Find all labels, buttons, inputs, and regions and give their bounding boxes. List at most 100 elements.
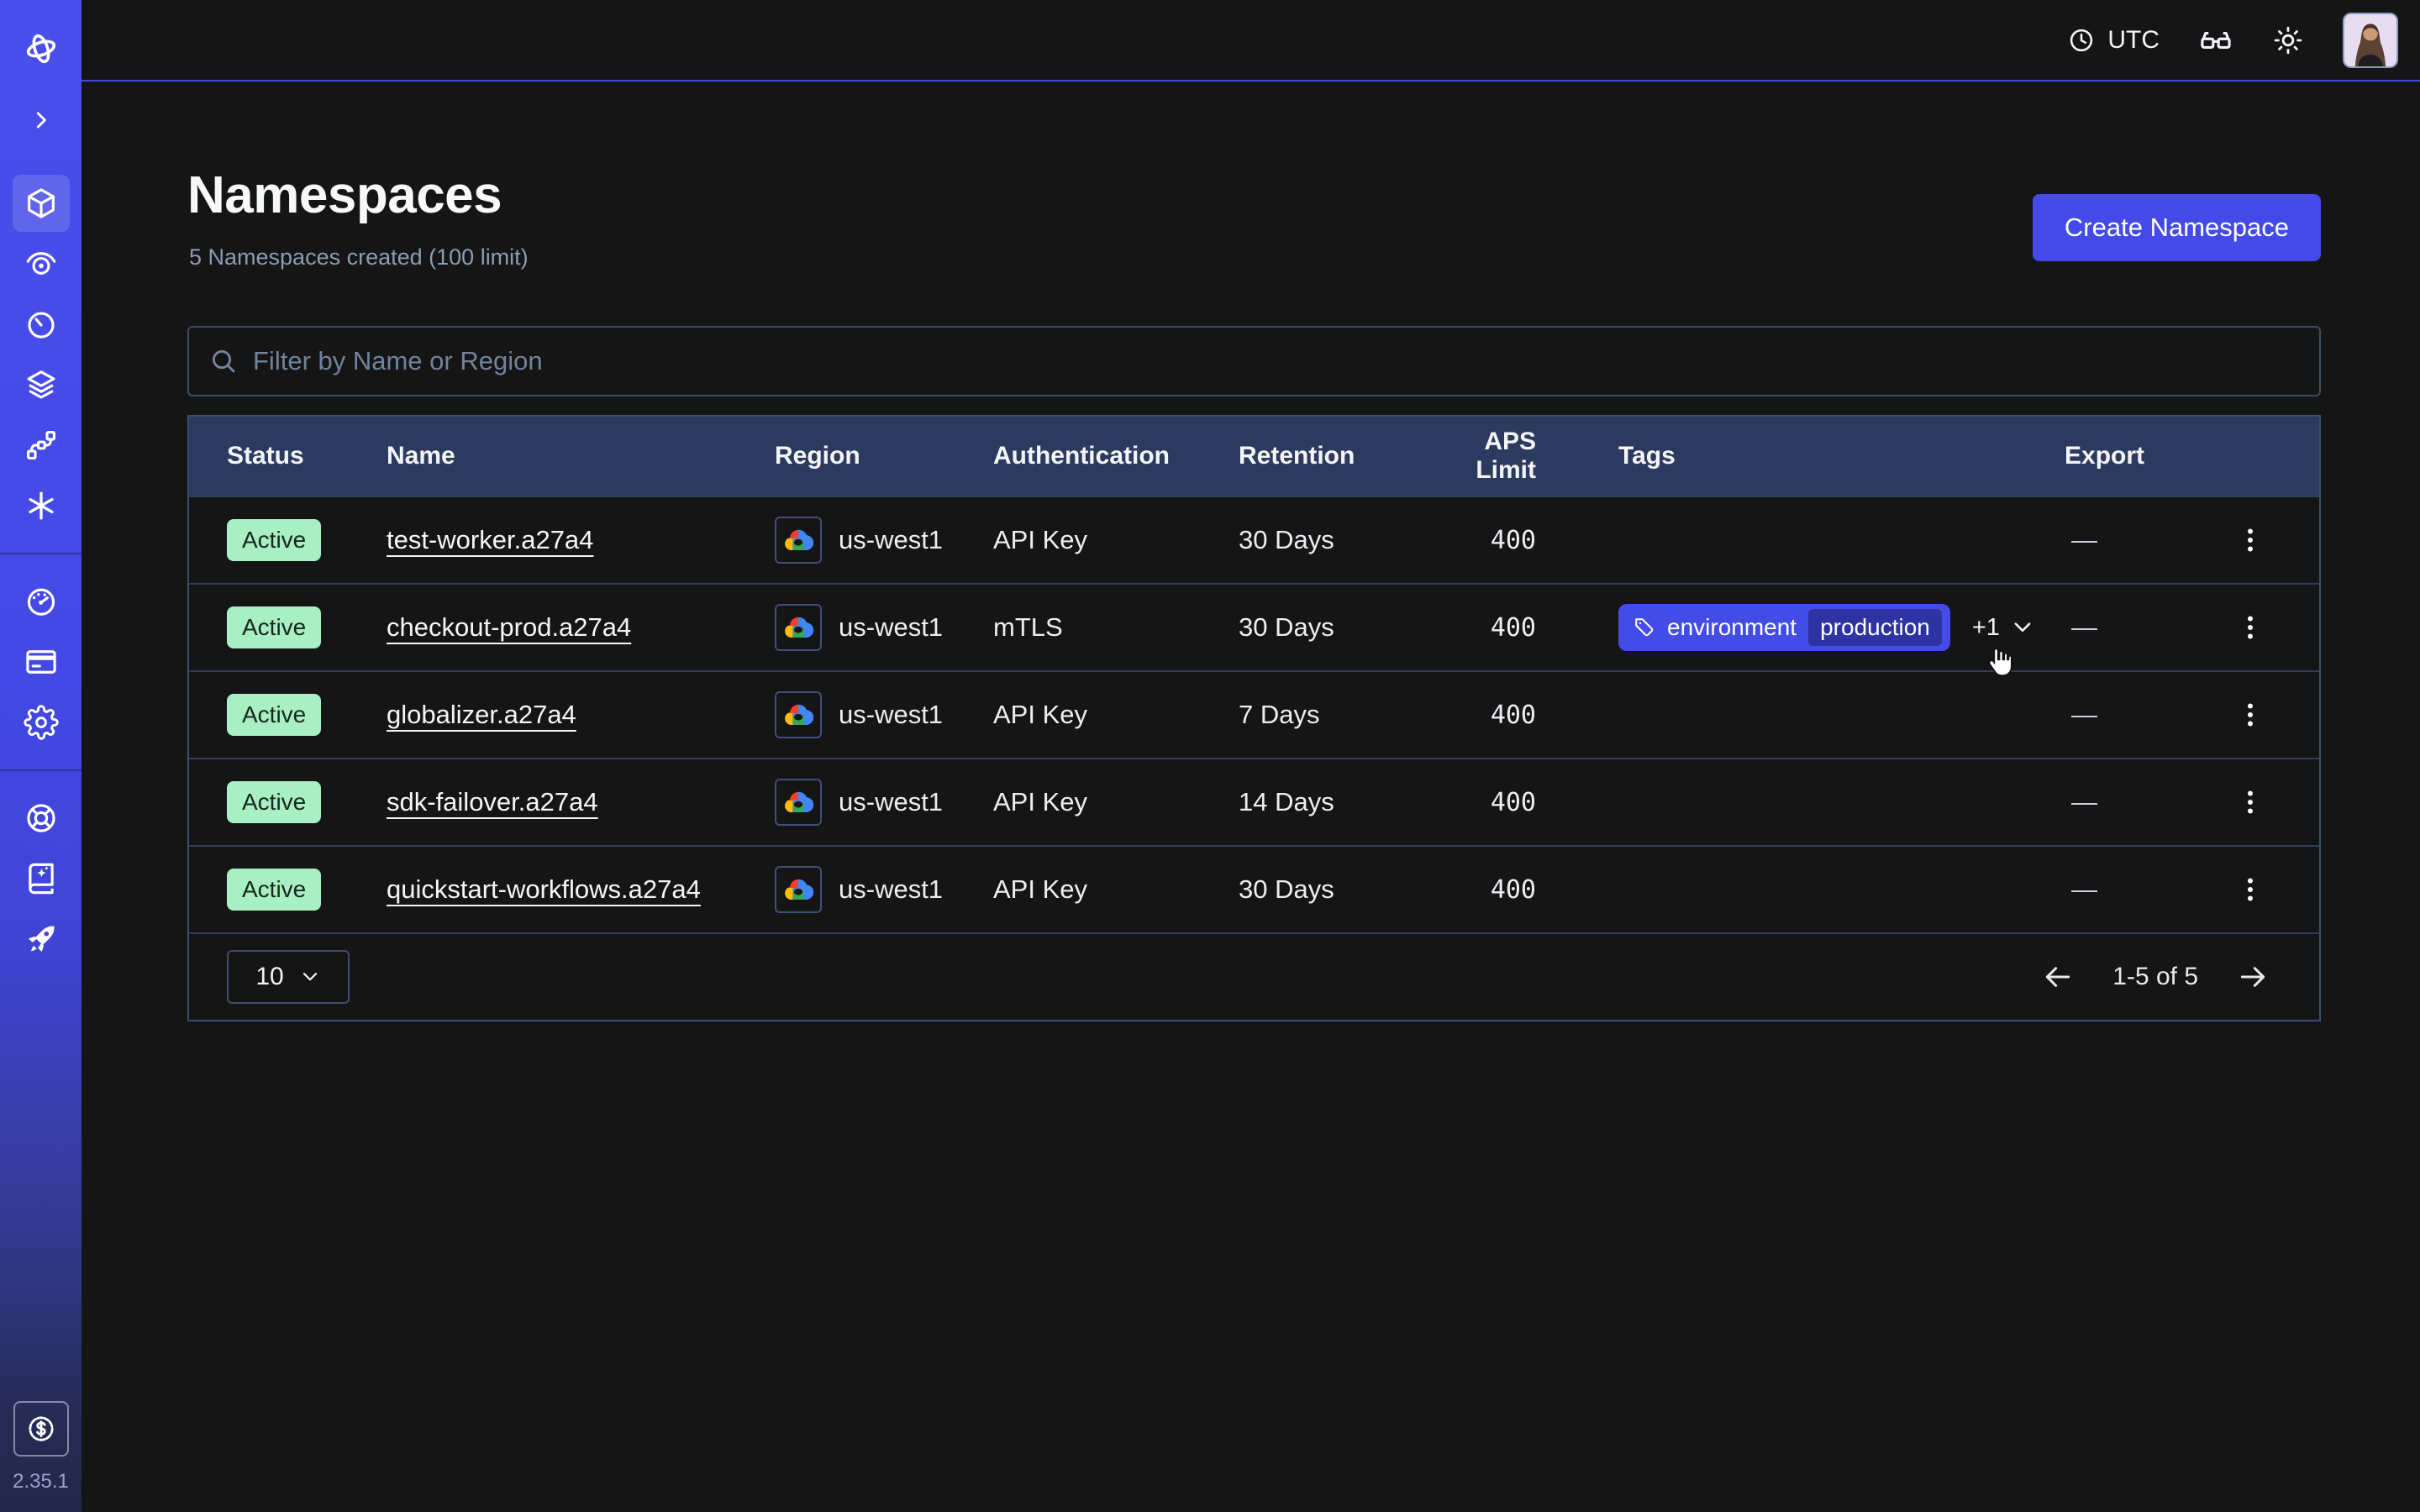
- column-header-export: Export: [2065, 442, 2319, 470]
- region-label: us-west1: [839, 525, 943, 555]
- kebab-icon: [2235, 787, 2265, 817]
- retention-value: 7 Days: [1239, 700, 1430, 730]
- page-size-value: 10: [255, 963, 283, 991]
- namespace-link[interactable]: globalizer.a27a4: [387, 700, 576, 729]
- status-badge: Active: [227, 781, 321, 823]
- region-label: us-west1: [839, 787, 943, 817]
- aps-limit-value: 400: [1430, 613, 1536, 643]
- avatar-image: [2344, 14, 2396, 66]
- auth-value: mTLS: [993, 612, 1239, 643]
- status-badge: Active: [227, 869, 321, 911]
- namespace-link[interactable]: test-worker.a27a4: [387, 525, 593, 554]
- table-row: Active sdk-failover.a27a4 us-west1 API K…: [189, 758, 2319, 845]
- retention-value: 30 Days: [1239, 874, 1430, 905]
- sidebar-item-billing[interactable]: [13, 633, 70, 690]
- sidebar-item-docs[interactable]: [13, 850, 70, 907]
- sidebar-item-nexus[interactable]: [13, 417, 70, 474]
- create-namespace-button[interactable]: Create Namespace: [2033, 194, 2321, 261]
- tags-more-count: +1: [1972, 614, 2000, 642]
- table-header: Status Name Region Authentication Retent…: [189, 417, 2319, 496]
- sidebar-item-deployments[interactable]: [13, 356, 70, 413]
- row-menu-button[interactable]: [2235, 787, 2265, 817]
- row-menu-button[interactable]: [2235, 700, 2265, 730]
- export-value: —: [2071, 874, 2097, 905]
- table-row: Active test-worker.a27a4 us-west1 API Ke…: [189, 496, 2319, 583]
- tags-expand-button[interactable]: +1: [1972, 614, 2035, 642]
- timezone-label: UTC: [2107, 26, 2160, 55]
- gcp-icon: [775, 779, 822, 826]
- sidebar-item-namespaces[interactable]: [13, 175, 70, 232]
- region-label: us-west1: [839, 612, 943, 643]
- export-value: —: [2071, 700, 2097, 730]
- retention-value: 14 Days: [1239, 787, 1430, 817]
- region-label: us-west1: [839, 874, 943, 905]
- export-value: —: [2071, 787, 2097, 817]
- temporal-logo[interactable]: [13, 20, 70, 77]
- pagination: 1-5 of 5: [2042, 961, 2269, 993]
- kebab-icon: [2235, 612, 2265, 643]
- column-header-name: Name: [387, 442, 775, 470]
- sidebar-expand-button[interactable]: [13, 99, 70, 141]
- search-icon: [209, 347, 238, 375]
- pagination-range: 1-5 of 5: [2112, 963, 2198, 991]
- table-row: Active globalizer.a27a4 us-west1 API Key…: [189, 670, 2319, 758]
- arrow-left-icon: [2042, 961, 2074, 993]
- auth-value: API Key: [993, 874, 1239, 905]
- sidebar-divider: [0, 769, 82, 771]
- sidebar: 2.35.1: [0, 0, 82, 1512]
- column-header-region: Region: [775, 442, 993, 470]
- row-menu-button[interactable]: [2235, 874, 2265, 905]
- table-row: Active checkout-prod.a27a4 us-west1 mTLS…: [189, 583, 2319, 670]
- tag-value: production: [1808, 609, 1942, 646]
- aps-limit-value: 400: [1430, 701, 1536, 730]
- glasses-icon: [2198, 23, 2233, 58]
- sidebar-item-schedules[interactable]: [13, 296, 70, 353]
- gcp-icon: [775, 604, 822, 651]
- tag-pill[interactable]: environment production: [1618, 604, 1950, 651]
- auth-value: API Key: [993, 787, 1239, 817]
- badge-dollar-icon: [24, 1412, 58, 1446]
- main-content: Namespaces 5 Namespaces created (100 lim…: [187, 83, 2321, 1512]
- auth-value: API Key: [993, 700, 1239, 730]
- page-subtitle: 5 Namespaces created (100 limit): [189, 244, 529, 270]
- tags-cell: environment production +1: [1536, 604, 2065, 651]
- timezone-button[interactable]: UTC: [2067, 26, 2160, 55]
- previous-page-button[interactable]: [2042, 961, 2074, 993]
- region-label: us-west1: [839, 700, 943, 730]
- theme-toggle-button[interactable]: [2272, 24, 2304, 56]
- column-header-tags: Tags: [1536, 442, 2065, 470]
- filter-input[interactable]: [253, 346, 2299, 376]
- namespace-link[interactable]: quickstart-workflows.a27a4: [387, 874, 701, 904]
- version-label: 2.35.1: [13, 1470, 69, 1494]
- kebab-icon: [2235, 525, 2265, 555]
- namespaces-table: Status Name Region Authentication Retent…: [187, 415, 2321, 1021]
- labs-button[interactable]: [2198, 23, 2233, 58]
- kebab-icon: [2235, 874, 2265, 905]
- page-size-select[interactable]: 10: [227, 950, 350, 1004]
- row-menu-button[interactable]: [2235, 525, 2265, 555]
- sidebar-item-getting-started[interactable]: [13, 911, 70, 968]
- clock-icon: [2067, 26, 2096, 55]
- page-title: Namespaces: [187, 165, 502, 225]
- auth-value: API Key: [993, 525, 1239, 555]
- sun-icon: [2272, 24, 2304, 56]
- column-header-authentication: Authentication: [993, 442, 1239, 470]
- tag-key: environment: [1667, 614, 1797, 641]
- user-avatar[interactable]: [2343, 13, 2398, 68]
- filter-bar: [187, 326, 2321, 396]
- next-page-button[interactable]: [2237, 961, 2269, 993]
- export-value: —: [2071, 612, 2097, 643]
- sidebar-item-support[interactable]: [13, 790, 70, 847]
- sidebar-item-workflows[interactable]: [13, 235, 70, 292]
- sidebar-item-batch[interactable]: [13, 477, 70, 534]
- gcp-icon: [775, 866, 822, 913]
- sidebar-item-settings[interactable]: [13, 694, 70, 751]
- gcp-icon: [775, 517, 822, 564]
- sidebar-item-usage[interactable]: [13, 573, 70, 630]
- namespace-link[interactable]: checkout-prod.a27a4: [387, 612, 631, 642]
- chevron-down-icon: [2010, 615, 2035, 640]
- credits-button[interactable]: [13, 1401, 69, 1457]
- namespace-link[interactable]: sdk-failover.a27a4: [387, 787, 598, 816]
- row-menu-button[interactable]: [2235, 612, 2265, 643]
- kebab-icon: [2235, 700, 2265, 730]
